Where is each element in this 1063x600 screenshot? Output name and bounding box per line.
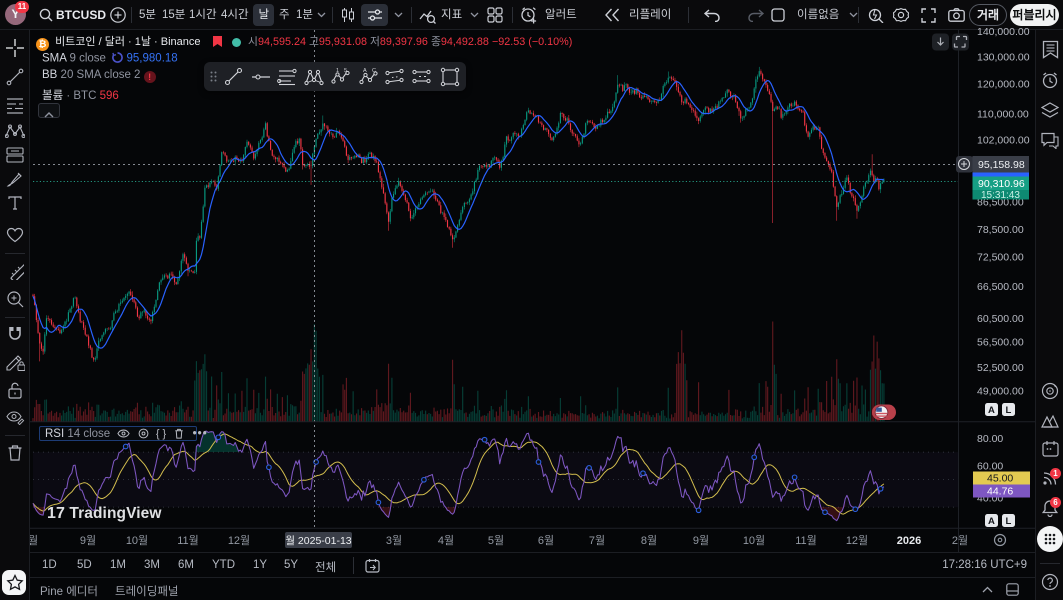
svg-text:72,500.00: 72,500.00 [977, 251, 1024, 263]
svg-text:12월: 12월 [228, 534, 250, 547]
svg-text:6월: 6월 [538, 534, 554, 547]
svg-text:80.00: 80.00 [977, 433, 1003, 445]
svg-text:110,000.00: 110,000.00 [977, 109, 1029, 121]
svg-text:95,158.98: 95,158.98 [978, 159, 1025, 171]
svg-text:9월: 9월 [693, 534, 709, 547]
svg-text:L: L [1006, 405, 1012, 416]
svg-text:44.76: 44.76 [987, 486, 1013, 498]
svg-text:78,500.00: 78,500.00 [977, 224, 1024, 236]
svg-text:60.00: 60.00 [977, 460, 1003, 472]
svg-text:140,000.00: 140,000.00 [977, 26, 1030, 38]
svg-text:월 2025-01-13: 월 2025-01-13 [285, 535, 351, 547]
svg-text:120,000.00: 120,000.00 [977, 79, 1030, 91]
svg-text:4월: 4월 [438, 534, 454, 547]
svg-text:A: A [988, 516, 995, 527]
svg-text:52,500.00: 52,500.00 [977, 362, 1024, 374]
svg-text:102,000.00: 102,000.00 [977, 134, 1030, 146]
svg-text:5월: 5월 [488, 534, 504, 547]
svg-text:130,000.00: 130,000.00 [977, 51, 1030, 63]
svg-text:66,500.00: 66,500.00 [977, 281, 1024, 293]
svg-text:10월: 10월 [743, 534, 765, 547]
svg-text:2026: 2026 [897, 535, 921, 547]
svg-text:2월: 2월 [952, 534, 968, 547]
svg-text:45.00: 45.00 [987, 473, 1013, 485]
svg-text:월: 월 [30, 534, 38, 547]
svg-text:56,500.00: 56,500.00 [977, 337, 1024, 349]
svg-text:8월: 8월 [641, 534, 657, 547]
svg-text:10월: 10월 [126, 534, 148, 547]
svg-text:9월: 9월 [80, 534, 96, 547]
svg-text:7월: 7월 [589, 534, 605, 547]
svg-text:11월: 11월 [795, 534, 817, 547]
svg-text:A: A [988, 405, 995, 416]
svg-text:15:31:43: 15:31:43 [981, 190, 1020, 201]
svg-text:49,000.00: 49,000.00 [977, 385, 1024, 397]
svg-text:12월: 12월 [846, 534, 868, 547]
svg-text:60,500.00: 60,500.00 [977, 313, 1024, 325]
svg-text:3월: 3월 [386, 534, 402, 547]
svg-text:L: L [1006, 516, 1012, 527]
svg-text:90,310.96: 90,310.96 [978, 178, 1025, 190]
svg-text:11월: 11월 [177, 534, 199, 547]
